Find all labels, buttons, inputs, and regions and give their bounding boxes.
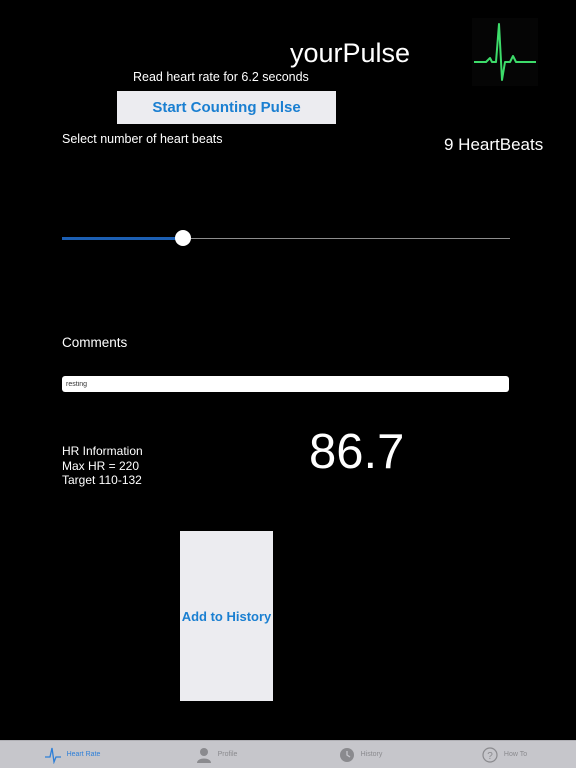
clock-icon [338,746,356,764]
tab-label: History [360,751,383,758]
heart-rate-value: 86.7 [309,425,405,479]
pulse-logo-icon [472,18,538,86]
tab-label: Profile [217,751,238,758]
svg-text:?: ? [487,751,493,762]
heartbeats-slider[interactable] [62,228,510,248]
comments-label: Comments [62,335,128,350]
question-icon: ? [481,746,499,764]
comments-input[interactable] [62,376,509,392]
app-title: yourPulse [290,38,411,68]
slider-fill [62,237,183,240]
hr-information: HR Information Max HR = 220 Target 110-1… [62,444,143,488]
start-counting-button[interactable]: Start Counting Pulse [117,91,336,124]
read-duration-label: Read heart rate for 6.2 seconds [133,70,309,84]
add-to-history-button[interactable]: Add to History [180,531,273,701]
tab-history[interactable]: History [288,741,432,768]
tab-how-to[interactable]: ? How To [432,741,576,768]
beats-count-label: 9 HeartBeats [444,135,544,154]
person-icon [195,746,213,764]
tab-heart-rate[interactable]: Heart Rate [0,741,144,768]
max-hr-label: Max HR = 220 [62,458,140,473]
target-hr-label: Target 110-132 [62,473,142,487]
hr-info-heading: HR Information [62,444,143,458]
tab-profile[interactable]: Profile [144,741,288,768]
select-beats-label: Select number of heart beats [62,132,223,146]
slider-thumb[interactable] [174,230,191,246]
tab-bar: Heart Rate Profile History ? How To [0,740,576,768]
heartbeat-icon [44,746,62,764]
tab-label: Heart Rate [66,751,101,758]
tab-label: How To [503,751,528,758]
